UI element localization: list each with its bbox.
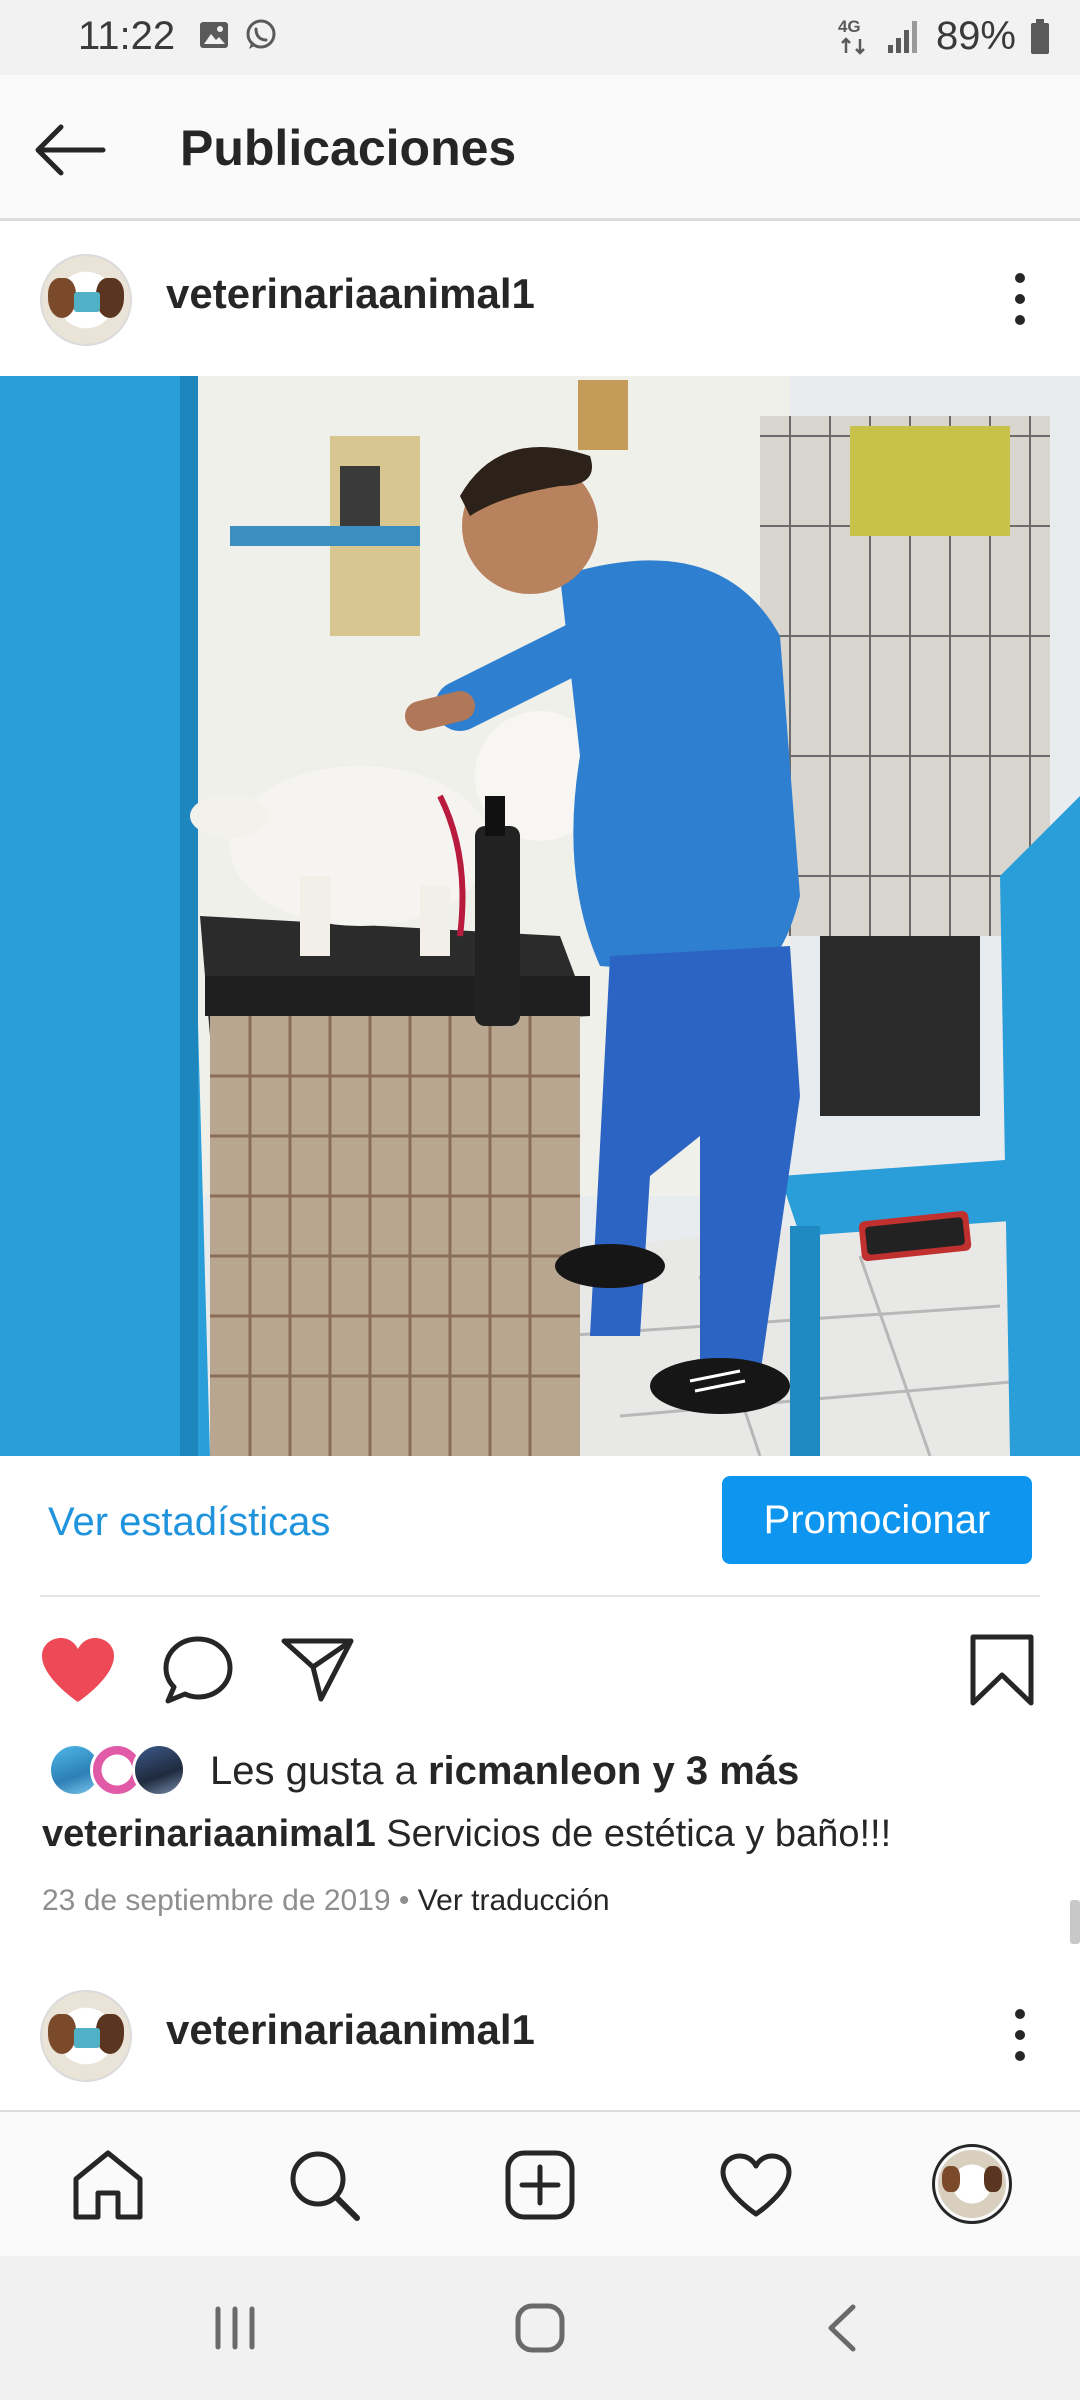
- back-button[interactable]: [30, 115, 110, 185]
- post-image[interactable]: [0, 376, 1080, 1456]
- post-photo-illustration: [0, 376, 1080, 1456]
- like-button[interactable]: [38, 1630, 118, 1710]
- share-icon: [281, 1638, 354, 1702]
- caption-text: Servicios de estética y baño!!!: [375, 1813, 892, 1855]
- avatar: [132, 1743, 186, 1797]
- home-icon: [73, 2150, 143, 2220]
- signal-icon: [887, 20, 917, 53]
- avatar[interactable]: [40, 1990, 132, 2082]
- see-translation-link[interactable]: Ver traducción: [418, 1884, 610, 1917]
- more-options-button[interactable]: [990, 254, 1050, 344]
- home-system-button[interactable]: [505, 2296, 575, 2360]
- liker-avatars: [48, 1743, 188, 1799]
- back-chevron-icon: [828, 2304, 856, 2352]
- home-square-icon: [515, 2303, 565, 2353]
- status-time: 11:22: [78, 14, 176, 58]
- save-button[interactable]: [962, 1630, 1042, 1710]
- nav-activity[interactable]: [716, 2145, 796, 2225]
- view-insights-link[interactable]: Ver estadísticas: [48, 1500, 330, 1545]
- post-username[interactable]: veterinariaanimal1: [166, 270, 535, 318]
- search-icon: [290, 2151, 360, 2221]
- battery-percentage: 89%: [935, 14, 1016, 58]
- recent-apps-button[interactable]: [200, 2296, 270, 2360]
- likes-text[interactable]: Les gusta a ricmanleon y 3 más: [210, 1749, 799, 1794]
- activity-icon: [720, 2153, 792, 2217]
- post-caption: veterinariaanimal1 Servicios de estética…: [42, 1813, 891, 1856]
- avatar[interactable]: [40, 254, 132, 346]
- post-date: 23 de septiembre de 2019: [42, 1884, 391, 1917]
- post-meta: 23 de septiembre de 2019 • Ver traducció…: [42, 1884, 610, 1917]
- insights-row: Ver estadísticas Promocionar: [0, 1456, 1080, 1596]
- post-username[interactable]: veterinariaanimal1: [166, 2006, 535, 2054]
- more-options-button[interactable]: [990, 1990, 1050, 2080]
- bookmark-icon: [970, 1634, 1034, 1706]
- caption-username[interactable]: veterinariaanimal1: [42, 1813, 376, 1855]
- post-header: veterinariaanimal1: [0, 224, 1080, 374]
- status-notification-icons: [198, 18, 278, 52]
- nav-new-post[interactable]: [500, 2145, 580, 2225]
- heart-icon: [42, 1638, 114, 1702]
- next-post-header: veterinariaanimal1: [0, 1960, 1080, 2110]
- add-post-icon: [505, 2150, 575, 2220]
- likes-others[interactable]: 3 más: [686, 1749, 799, 1793]
- nav-profile-avatar[interactable]: [932, 2144, 1012, 2224]
- comment-button[interactable]: [158, 1630, 238, 1710]
- comment-icon: [163, 1636, 233, 1704]
- recent-apps-icon: [215, 2306, 255, 2350]
- scrollbar[interactable]: [1070, 1900, 1080, 1944]
- nav-home[interactable]: [68, 2145, 148, 2225]
- post-actions: [0, 1610, 1080, 1730]
- liker-username[interactable]: ricmanleon: [428, 1749, 641, 1793]
- likes-row[interactable]: Les gusta a ricmanleon y 3 más: [0, 1735, 1080, 1805]
- page-title: Publicaciones: [180, 120, 517, 176]
- system-nav-bar: [0, 2256, 1080, 2400]
- status-bar: 11:22 4G 89%: [0, 0, 1080, 75]
- back-system-button[interactable]: [808, 2296, 878, 2360]
- battery-icon: [1031, 18, 1049, 54]
- promote-button[interactable]: Promocionar: [722, 1476, 1032, 1564]
- bottom-nav: [0, 2110, 1080, 2256]
- whatsapp-icon: [246, 19, 276, 49]
- status-system-icons: 4G 89%: [838, 14, 1050, 59]
- divider: [40, 1595, 1040, 1597]
- share-button[interactable]: [278, 1630, 358, 1710]
- image-icon: [200, 22, 228, 48]
- network-indicator: 4G: [838, 17, 872, 57]
- nav-search[interactable]: [284, 2145, 364, 2225]
- back-arrow-icon: [35, 124, 106, 176]
- app-header: Publicaciones: [0, 75, 1080, 221]
